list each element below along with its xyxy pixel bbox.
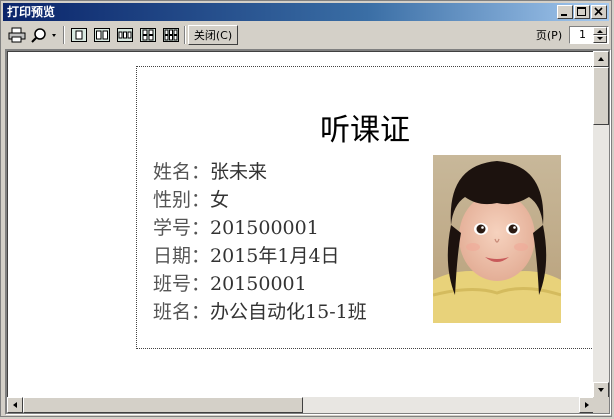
- scroll-down-button[interactable]: [593, 382, 609, 398]
- spin-down-icon: [597, 37, 603, 40]
- toolbar-separator: [63, 26, 65, 44]
- field-value: 张未来: [210, 161, 268, 183]
- scroll-left-button[interactable]: [7, 397, 23, 413]
- field-value: 201500001: [210, 217, 319, 239]
- four-pages-button[interactable]: [138, 25, 158, 45]
- horizontal-scrollbar[interactable]: [7, 397, 595, 413]
- two-pages-icon: [94, 28, 110, 42]
- printer-icon: [8, 27, 26, 43]
- print-preview-window: 打印预览 关闭(C) 页(P) 1 听课证 姓名：张未来 性别：女 学号：201…: [0, 0, 612, 417]
- one-page-icon: [71, 28, 87, 42]
- title-bar[interactable]: 打印预览: [3, 3, 609, 21]
- arrow-left-icon: [13, 402, 17, 408]
- maximize-button[interactable]: [574, 5, 590, 19]
- horizontal-scroll-thumb[interactable]: [23, 397, 303, 413]
- six-pages-button[interactable]: [161, 25, 181, 45]
- page-down-button[interactable]: [593, 35, 607, 43]
- arrow-down-icon: [598, 388, 604, 392]
- preview-area: 听课证 姓名：张未来 性别：女 学号：201500001 日期：2015年1月4…: [5, 49, 611, 415]
- scrollbar-corner: [593, 397, 609, 413]
- scroll-up-button[interactable]: [593, 51, 609, 67]
- one-page-button[interactable]: [69, 25, 89, 45]
- field-label: 日期：: [153, 245, 211, 267]
- minimize-button[interactable]: [557, 5, 573, 19]
- six-pages-icon: [163, 28, 179, 42]
- field-label: 班号：: [153, 273, 211, 295]
- page-up-button[interactable]: [593, 27, 607, 35]
- field-date: 日期：2015年1月4日: [153, 241, 340, 268]
- magnifier-icon: [31, 28, 56, 43]
- field-label: 姓名：: [153, 161, 211, 183]
- minimize-icon: [561, 14, 567, 16]
- field-label: 性别：: [153, 189, 211, 211]
- print-button[interactable]: [7, 25, 27, 45]
- three-pages-button[interactable]: [115, 25, 135, 45]
- field-name: 姓名：张未来: [153, 157, 267, 184]
- two-pages-button[interactable]: [92, 25, 112, 45]
- field-student-id: 学号：201500001: [153, 213, 319, 240]
- field-label: 班名：: [153, 301, 211, 323]
- three-pages-icon: [117, 28, 133, 42]
- window-title: 打印预览: [7, 5, 56, 19]
- page-label: 页(P): [535, 29, 563, 42]
- preview-canvas: 听课证 姓名：张未来 性别：女 学号：201500001 日期：2015年1月4…: [7, 51, 595, 398]
- field-class-number: 班号：20150001: [153, 269, 307, 296]
- window-controls: [556, 5, 607, 19]
- vertical-scrollbar[interactable]: [593, 51, 609, 398]
- field-value: 女: [210, 189, 230, 211]
- preview-toolbar: 关闭(C) 页(P) 1: [3, 23, 609, 49]
- vertical-scroll-thumb[interactable]: [593, 67, 609, 125]
- close-preview-button[interactable]: 关闭(C): [188, 25, 238, 45]
- field-value: 2015年1月4日: [210, 245, 340, 267]
- field-value: 办公自动化15-1班: [210, 301, 367, 323]
- field-value: 20150001: [210, 273, 307, 295]
- page-number-value: 1: [579, 28, 586, 41]
- student-photo: [433, 155, 561, 323]
- card-title: 听课证: [320, 113, 410, 148]
- arrow-right-icon: [585, 402, 589, 408]
- zoom-button[interactable]: [29, 25, 59, 45]
- four-pages-icon: [140, 28, 156, 42]
- maximize-icon: [577, 7, 586, 16]
- spin-up-icon: [597, 30, 603, 33]
- field-label: 学号：: [153, 217, 211, 239]
- attendance-card: 听课证 姓名：张未来 性别：女 学号：201500001 日期：2015年1月4…: [136, 66, 594, 349]
- close-icon: [594, 7, 603, 16]
- field-class-name: 班名：办公自动化15-1班: [153, 297, 367, 324]
- close-window-button[interactable]: [591, 5, 607, 19]
- toolbar-separator: [184, 26, 186, 44]
- field-gender: 性别：女: [153, 185, 229, 212]
- arrow-up-icon: [598, 57, 604, 61]
- portrait-image: [433, 155, 561, 323]
